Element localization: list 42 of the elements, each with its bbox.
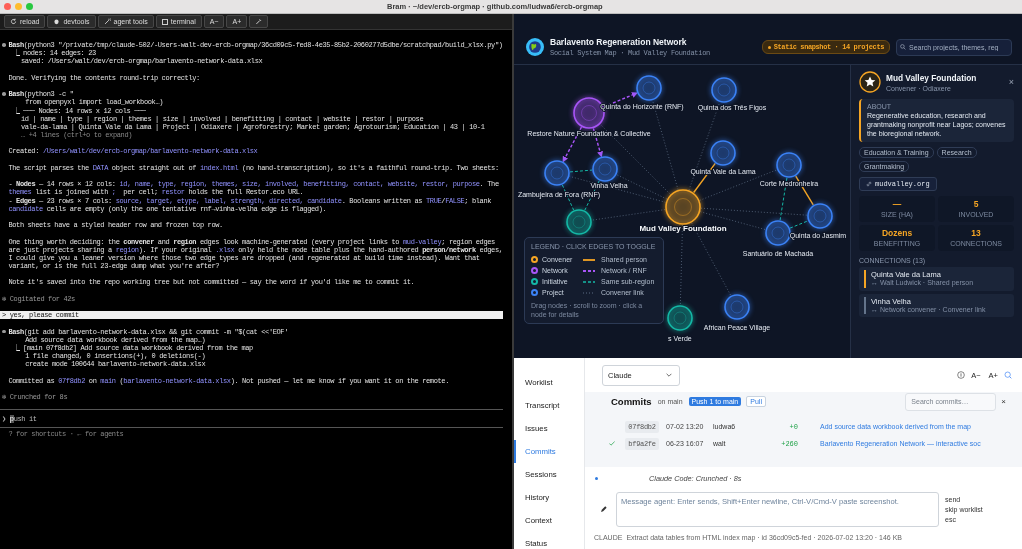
close-button[interactable]: × <box>1008 77 1014 87</box>
node-circle[interactable] <box>807 203 833 229</box>
section-title: Commits <box>611 396 652 407</box>
node-circle[interactable] <box>665 189 701 225</box>
node-circle[interactable] <box>566 209 592 235</box>
globe-icon <box>526 38 544 56</box>
node-circle[interactable] <box>592 156 618 182</box>
checkbox[interactable] <box>161 18 168 25</box>
clear-button[interactable]: × <box>1001 397 1006 406</box>
node-circle[interactable] <box>636 75 662 101</box>
node-circle[interactable] <box>724 294 750 320</box>
edge-sample-icon[interactable] <box>583 257 595 262</box>
edge-sample-icon[interactable] <box>583 268 595 273</box>
wand-icon <box>103 18 111 25</box>
node-circle[interactable] <box>667 305 693 331</box>
stat-value: 13 <box>971 228 981 238</box>
node-circle[interactable] <box>711 77 737 103</box>
app-title: Barlavento Regeneration Network <box>550 37 688 47</box>
bullet-icon <box>2 329 6 334</box>
pencil-icon[interactable] <box>600 506 607 513</box>
eyedropper-button[interactable] <box>249 15 269 28</box>
node-circle[interactable] <box>544 160 570 186</box>
eyedropper-icon <box>255 18 263 25</box>
node-circle[interactable] <box>776 152 802 178</box>
reload-icon <box>10 18 17 25</box>
stat-value: — <box>892 199 902 209</box>
node-circle[interactable] <box>765 220 791 246</box>
edge-line[interactable] <box>569 169 593 173</box>
search-icon <box>900 44 906 50</box>
link-icon <box>866 181 872 187</box>
details-title: Mud Valley Foundation <box>886 72 978 83</box>
edge-sample-icon[interactable] <box>583 279 595 284</box>
edge-line[interactable] <box>789 220 809 229</box>
stat-value: Dozens <box>881 228 913 238</box>
node-circle[interactable] <box>710 140 736 166</box>
node-label: Mud Valley Foundation <box>639 224 727 233</box>
caret-icon <box>666 373 672 377</box>
info-icon[interactable] <box>957 371 966 379</box>
stat-value: 5 <box>973 199 979 209</box>
status-dot <box>595 476 598 480</box>
bullet-icon <box>2 43 6 47</box>
bullet-icon <box>2 92 6 96</box>
